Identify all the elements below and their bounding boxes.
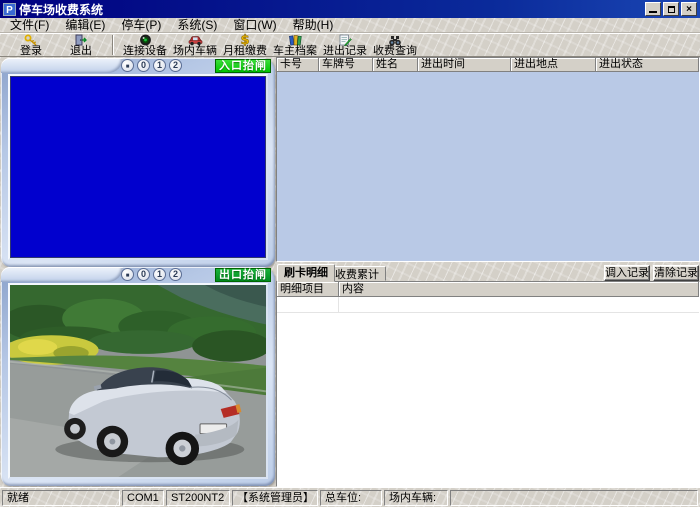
toolbar-fee-query-button[interactable]: 收费查询 (370, 33, 420, 57)
status-ready: 就绪 (2, 490, 120, 506)
panel-header-decoration (1, 267, 123, 282)
toolbar-owner-archive-button[interactable]: 车主档案 (270, 33, 320, 57)
detail-table-header: 明细项目 内容 (277, 282, 699, 297)
entry-camera-stop-button[interactable]: ■ (121, 59, 134, 72)
statusbar: 就绪 COM1 ST200NT2 【系统管理员】 总车位: 场内车辆: (0, 487, 700, 507)
status-onsite-vehicles: 场内车辆: (384, 490, 448, 506)
toolbar-label: 进出记录 (323, 46, 367, 57)
tab-card-detail[interactable]: 刷卡明细 (277, 264, 335, 282)
column-header-name[interactable]: 姓名 (373, 58, 418, 72)
detail-table-empty-row (277, 297, 699, 313)
entry-camera-0-button[interactable]: 0 (137, 59, 150, 72)
exit-camera-video (8, 283, 268, 479)
record-note-icon (338, 34, 352, 46)
minimize-icon (649, 11, 657, 13)
toolbar-onsite-vehicles-button[interactable]: 场内车辆 (170, 33, 220, 57)
status-empty (450, 490, 698, 506)
toolbar: 登录 退出 连接设备 场内车辆 $ 月租缴费 车主档案 进出记录 (0, 33, 700, 57)
entry-camera-video (8, 74, 268, 260)
detail-tabs: 刷卡明细 收费累计 调入记录 清除记录 (276, 264, 700, 281)
column-header-inout-place[interactable]: 进出地点 (511, 58, 596, 72)
window-title: 停车场收费系统 (19, 1, 645, 18)
column-header-card-no[interactable]: 卡号 (277, 58, 319, 72)
column-header-content[interactable]: 内容 (339, 282, 699, 297)
status-total-spaces: 总车位: (320, 490, 382, 506)
menu-window[interactable]: 窗口(W) (225, 18, 284, 33)
car-icon (188, 34, 203, 46)
detail-item-cell (277, 297, 339, 312)
inout-records-table: 卡号 车牌号 姓名 进出时间 进出地点 进出状态 (276, 57, 700, 262)
status-operator: 【系统管理员】 (232, 490, 318, 506)
column-header-inout-status[interactable]: 进出状态 (596, 58, 699, 72)
status-com-port: COM1 (122, 490, 164, 506)
toolbar-monthly-fee-button[interactable]: $ 月租缴费 (220, 33, 270, 57)
titlebar: P 停车场收费系统 × (0, 0, 700, 18)
menu-edit[interactable]: 编辑(E) (57, 18, 113, 33)
toolbar-label: 场内车辆 (173, 46, 217, 57)
restore-icon (668, 6, 675, 13)
binoculars-icon (388, 34, 402, 46)
column-header-inout-time[interactable]: 进出时间 (418, 58, 511, 72)
exit-camera-1-button[interactable]: 1 (153, 268, 166, 281)
car-photo (10, 285, 266, 477)
exit-camera-2-button[interactable]: 2 (169, 268, 182, 281)
load-records-button[interactable]: 调入记录 (604, 265, 650, 281)
menu-file[interactable]: 文件(F) (2, 18, 57, 33)
detail-panel: 刷卡明细 收费累计 调入记录 清除记录 明细项目 内容 (276, 262, 700, 487)
exit-camera-0-button[interactable]: 0 (137, 268, 150, 281)
exit-camera-stop-button[interactable]: ■ (121, 268, 134, 281)
column-header-plate-no[interactable]: 车牌号 (319, 58, 373, 72)
content-cell (339, 297, 699, 312)
card-detail-table: 明细项目 内容 (276, 281, 700, 487)
exit-camera-panel: ■ 0 1 2 出口抬闸 (1, 267, 275, 486)
toolbar-exit-button[interactable]: 退出 (56, 33, 106, 57)
parking-app-window: { "window": { "icon_letter": "P", "title… (0, 0, 700, 507)
toolbar-label: 登录 (20, 46, 42, 57)
panel-header-decoration (1, 58, 123, 73)
entry-gate-open-button[interactable]: 入口抬闸 (215, 59, 271, 73)
exit-gate-open-button[interactable]: 出口抬闸 (215, 268, 271, 282)
clear-records-button[interactable]: 清除记录 (653, 265, 699, 281)
status-device-model: ST200NT2 (166, 490, 230, 506)
camera-lens-icon (139, 34, 152, 46)
entry-camera-2-button[interactable]: 2 (169, 59, 182, 72)
menubar: 文件(F) 编辑(E) 停车(P) 系统(S) 窗口(W) 帮助(H) (0, 18, 700, 33)
toolbar-label: 月租缴费 (223, 46, 267, 57)
toolbar-label: 车主档案 (273, 46, 317, 57)
menu-system[interactable]: 系统(S) (169, 18, 225, 33)
archive-books-icon (288, 34, 302, 46)
toolbar-label: 收费查询 (373, 46, 417, 57)
column-header-detail-item[interactable]: 明细项目 (277, 282, 339, 297)
entry-camera-1-button[interactable]: 1 (153, 59, 166, 72)
toolbar-inout-records-button[interactable]: 进出记录 (320, 33, 370, 57)
menu-help[interactable]: 帮助(H) (285, 18, 342, 33)
toolbar-label: 退出 (70, 46, 92, 57)
toolbar-login-button[interactable]: 登录 (6, 33, 56, 57)
toolbar-connect-device-button[interactable]: 连接设备 (120, 33, 170, 57)
app-icon: P (3, 3, 16, 16)
records-table-header: 卡号 车牌号 姓名 进出时间 进出地点 进出状态 (277, 58, 699, 72)
exit-door-icon (74, 34, 88, 46)
tab-fee-total[interactable]: 收费累计 (328, 266, 386, 281)
close-button[interactable]: × (681, 2, 697, 16)
restore-button[interactable] (663, 2, 679, 16)
key-icon (24, 34, 38, 46)
menu-parking[interactable]: 停车(P) (113, 18, 169, 33)
records-table-body (277, 72, 699, 261)
toolbar-separator (112, 35, 114, 55)
dollar-icon: $ (239, 34, 251, 46)
minimize-button[interactable] (645, 2, 661, 16)
entry-camera-panel: ■ 0 1 2 入口抬闸 (1, 58, 275, 267)
toolbar-label: 连接设备 (123, 46, 167, 57)
